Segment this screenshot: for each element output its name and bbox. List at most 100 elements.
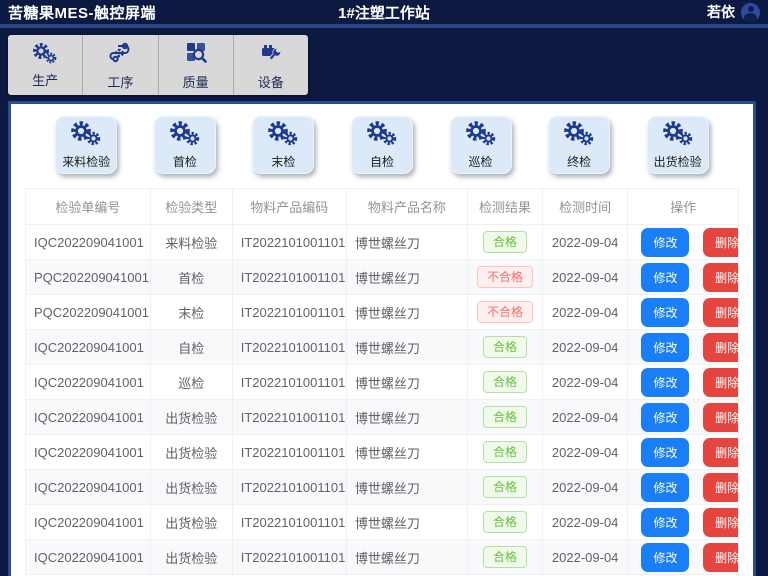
username-label: 若依 <box>707 2 735 22</box>
delete-button[interactable]: 删除 <box>703 333 738 362</box>
cell-code: IT2022101001101 <box>232 365 346 400</box>
cell-code: IT2022101001101 <box>232 470 346 505</box>
edit-button[interactable]: 修改 <box>641 368 689 397</box>
cell-operation: 修改 删除 <box>628 260 739 295</box>
delete-button[interactable]: 删除 <box>703 298 738 327</box>
delete-button[interactable]: 删除 <box>703 263 738 292</box>
cell-code: IT2022101001101 <box>232 400 346 435</box>
content-panel: 来料检验 首检 末检 自检 <box>8 101 756 576</box>
edit-button[interactable]: 修改 <box>641 263 689 292</box>
table-header: 检验单编号 检验类型 物料产品编码 物料产品名称 检测结果 检测时间 操作 <box>26 189 739 225</box>
result-badge: 合格 <box>483 406 527 428</box>
cell-type: 出货检验 <box>150 435 232 470</box>
cell-name: 博世螺丝刀 <box>346 470 467 505</box>
cell-time: 2022-09-04 <box>542 435 628 470</box>
user-avatar-icon[interactable] <box>741 3 760 22</box>
header-order: 检验单编号 <box>26 189 151 225</box>
delete-button[interactable]: 删除 <box>703 543 738 572</box>
main-nav: 生产 工序 质量 设备 <box>8 35 308 95</box>
cell-name: 博世螺丝刀 <box>346 260 467 295</box>
table-row: IQC202209041001 出货检验 IT2022101001101 博世螺… <box>26 505 739 540</box>
header-type: 检验类型 <box>150 189 232 225</box>
edit-button[interactable]: 修改 <box>641 473 689 502</box>
cell-type: 巡检 <box>150 365 232 400</box>
gears-icon <box>464 117 498 152</box>
nav-item-质量[interactable]: 质量 <box>159 35 234 95</box>
edit-button[interactable]: 修改 <box>641 543 689 572</box>
table-row: IQC202209041001 出货检验 IT2022101001101 博世螺… <box>26 435 739 470</box>
cell-type: 首检 <box>150 260 232 295</box>
inspection-button-首检[interactable]: 首检 <box>154 116 216 174</box>
cell-operation: 修改 删除 <box>628 435 739 470</box>
cell-order: IQC202209041001 <box>26 540 151 575</box>
inspection-button-末检[interactable]: 末检 <box>252 116 314 174</box>
gears-icon <box>562 117 596 152</box>
delete-button[interactable]: 删除 <box>703 228 738 257</box>
result-badge: 合格 <box>483 441 527 463</box>
cell-result: 合格 <box>468 365 543 400</box>
cell-name: 博世螺丝刀 <box>346 330 467 365</box>
cell-time: 2022-09-04 <box>542 365 628 400</box>
cell-time: 2022-09-04 <box>542 225 628 260</box>
cell-order: PQC202209041001 <box>26 260 151 295</box>
inspection-button-出货检验[interactable]: 出货检验 <box>647 116 709 174</box>
cell-result: 合格 <box>468 505 543 540</box>
table-row: IQC202209041001 出货检验 IT2022101001101 博世螺… <box>26 470 739 505</box>
edit-button[interactable]: 修改 <box>641 333 689 362</box>
nav-item-设备[interactable]: 设备 <box>234 35 308 95</box>
cell-name: 博世螺丝刀 <box>346 365 467 400</box>
cell-type: 自检 <box>150 330 232 365</box>
inspection-button-来料检验[interactable]: 来料检验 <box>55 116 117 174</box>
result-badge: 不合格 <box>477 301 533 323</box>
cell-code: IT2022101001101 <box>232 540 346 575</box>
inspection-button-巡检[interactable]: 巡检 <box>450 116 512 174</box>
delete-button[interactable]: 删除 <box>703 473 738 502</box>
delete-button[interactable]: 删除 <box>703 403 738 432</box>
cell-order: IQC202209041001 <box>26 330 151 365</box>
edit-button[interactable]: 修改 <box>641 403 689 432</box>
table-row: IQC202209041001 自检 IT2022101001101 博世螺丝刀… <box>26 330 739 365</box>
cell-order: IQC202209041001 <box>26 365 151 400</box>
cell-order: PQC202209041001 <box>26 295 151 330</box>
cell-type: 来料检验 <box>150 225 232 260</box>
edit-button[interactable]: 修改 <box>641 298 689 327</box>
delete-button[interactable]: 删除 <box>703 508 738 537</box>
equipment-icon <box>259 40 283 69</box>
cell-time: 2022-09-04 <box>542 540 628 575</box>
table-row: PQC202209041001 首检 IT2022101001101 博世螺丝刀… <box>26 260 739 295</box>
cell-operation: 修改 删除 <box>628 400 739 435</box>
cell-type: 出货检验 <box>150 470 232 505</box>
inspection-button-自检[interactable]: 自检 <box>351 116 413 174</box>
cell-type: 出货检验 <box>150 400 232 435</box>
delete-button[interactable]: 删除 <box>703 438 738 467</box>
delete-button[interactable]: 删除 <box>703 368 738 397</box>
route-icon <box>108 40 132 69</box>
app-title: 苦糖果MES-触控屏端 <box>8 2 156 23</box>
table-row: IQC202209041001 出货检验 IT2022101001101 博世螺… <box>26 400 739 435</box>
cell-operation: 修改 删除 <box>628 330 739 365</box>
gears-icon <box>266 117 300 152</box>
cell-type: 出货检验 <box>150 505 232 540</box>
table-row: IQC202209041001 来料检验 IT2022101001101 博世螺… <box>26 225 739 260</box>
cell-order: IQC202209041001 <box>26 505 151 540</box>
result-badge: 合格 <box>483 371 527 393</box>
header-divider <box>0 24 768 28</box>
user-menu[interactable]: 若依 <box>707 2 760 22</box>
cell-code: IT2022101001101 <box>232 295 346 330</box>
cell-code: IT2022101001101 <box>232 225 346 260</box>
edit-button[interactable]: 修改 <box>641 228 689 257</box>
inspection-button-终检[interactable]: 终检 <box>548 116 610 174</box>
nav-item-工序[interactable]: 工序 <box>83 35 158 95</box>
table-row: IQC202209041001 出货检验 IT2022101001101 博世螺… <box>26 540 739 575</box>
nav-item-生产[interactable]: 生产 <box>8 35 83 95</box>
cell-time: 2022-09-04 <box>542 505 628 540</box>
edit-button[interactable]: 修改 <box>641 438 689 467</box>
cell-name: 博世螺丝刀 <box>346 435 467 470</box>
cell-name: 博世螺丝刀 <box>346 400 467 435</box>
result-badge: 合格 <box>483 476 527 498</box>
cell-result: 合格 <box>468 540 543 575</box>
cell-result: 合格 <box>468 435 543 470</box>
edit-button[interactable]: 修改 <box>641 508 689 537</box>
cell-operation: 修改 删除 <box>628 540 739 575</box>
cell-name: 博世螺丝刀 <box>346 225 467 260</box>
